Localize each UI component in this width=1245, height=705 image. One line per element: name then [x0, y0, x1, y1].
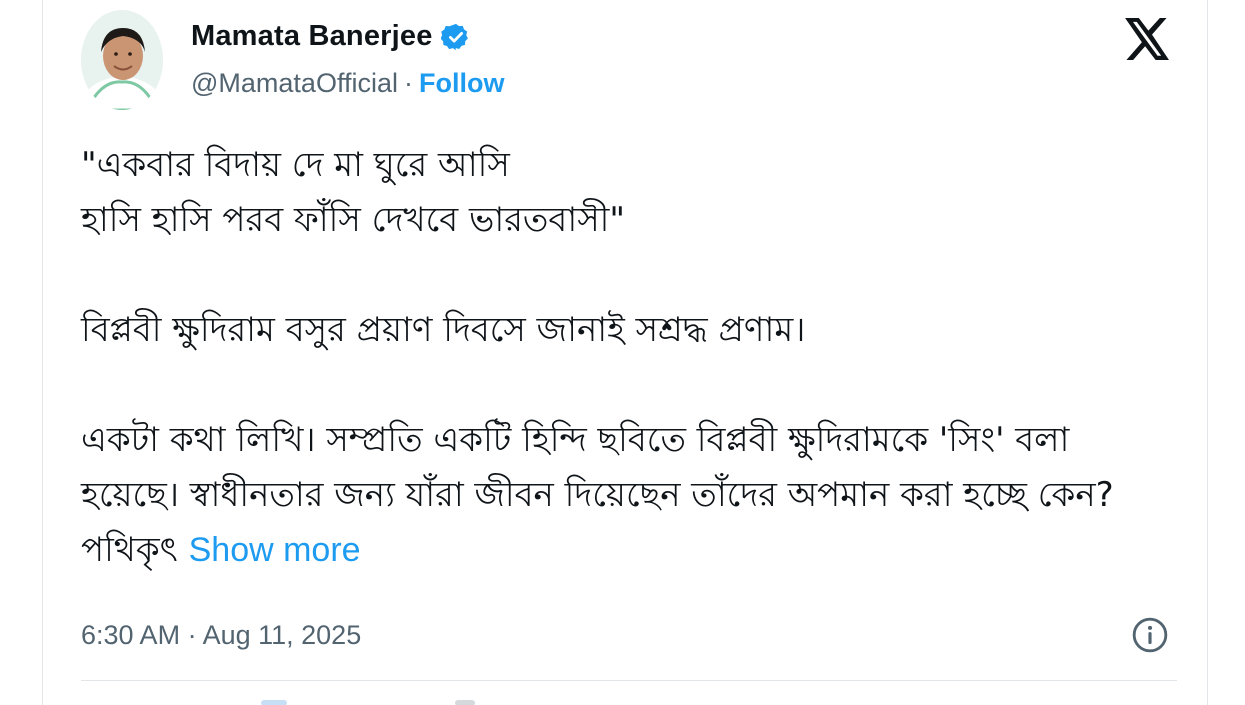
x-logo-icon[interactable] [1125, 18, 1171, 60]
tweet-text: "একবার বিদায় দে মা ঘুরে আসি হাসি হাসি প… [81, 138, 1121, 578]
avatar-image [81, 10, 163, 110]
separator-dot: · [403, 68, 413, 98]
author-name[interactable]: Mamata Banerjee [191, 20, 433, 53]
info-icon[interactable] [1131, 616, 1169, 654]
tweet-card: Mamata Banerjee @MamataOfficial · Follow… [42, 0, 1208, 705]
divider [81, 680, 1177, 681]
action-icon-peek [261, 700, 287, 705]
tweet-line: বিপ্লবী ক্ষুদিরাম বসুর প্রয়াণ দিবসে জান… [81, 310, 806, 350]
action-icon-peek [455, 700, 475, 705]
author-name-row: Mamata Banerjee [191, 20, 471, 53]
tweet-line: "একবার বিদায় দে মা ঘুরে আসি [81, 145, 510, 185]
avatar[interactable] [81, 10, 163, 110]
follow-button[interactable]: Follow [419, 68, 504, 99]
tweet-paragraph: একটা কথা লিখি। সম্প্রতি একটি হিন্দি ছবিত… [81, 413, 1121, 578]
author-handle-row: @MamataOfficial · Follow [191, 68, 504, 99]
show-more-link[interactable]: Show more [189, 531, 361, 569]
page: Mamata Banerjee @MamataOfficial · Follow… [0, 0, 1245, 705]
verified-badge-icon [440, 23, 468, 50]
tweet-timestamp[interactable]: 6:30 AM · Aug 11, 2025 [81, 620, 361, 651]
tweet-line: হাসি হাসি পরব ফাঁসি দেখবে ভারতবাসী" [81, 200, 626, 240]
author-handle[interactable]: @MamataOfficial [191, 68, 398, 99]
